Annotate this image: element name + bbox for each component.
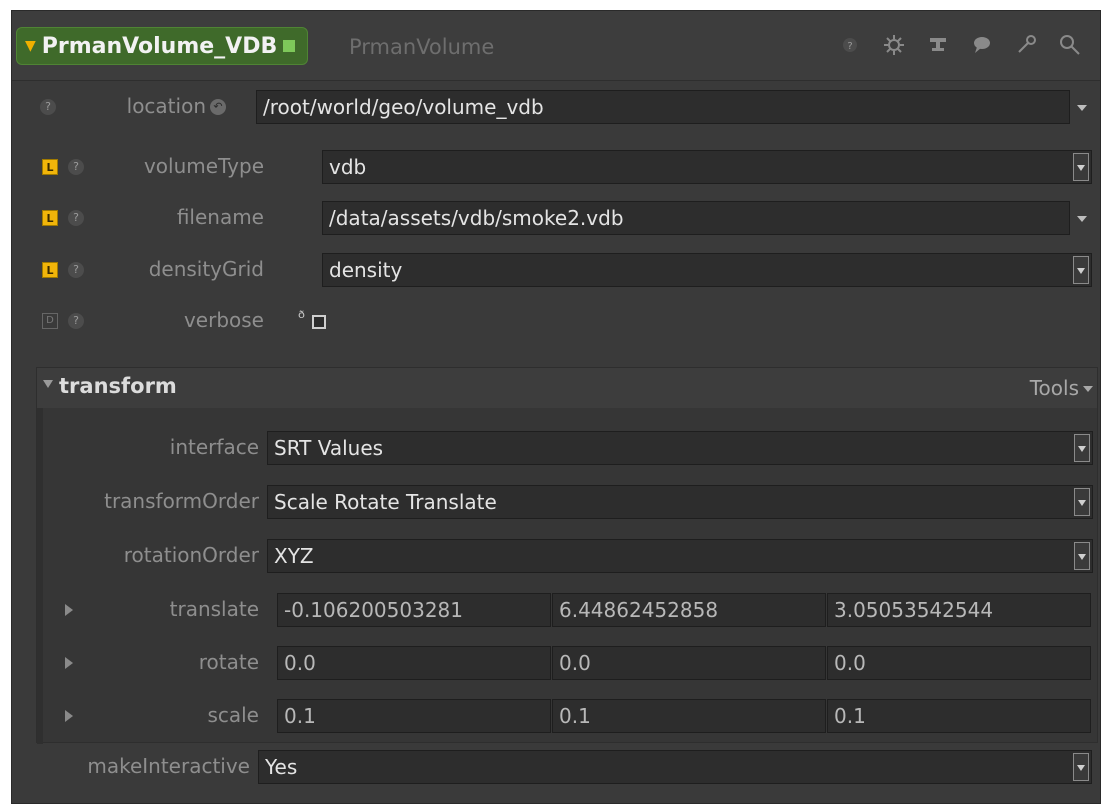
interface-select[interactable]: SRT Values bbox=[267, 431, 1093, 465]
expand-triangle-icon[interactable] bbox=[65, 710, 73, 722]
volumetype-select[interactable]: vdb bbox=[322, 150, 1092, 184]
makeinteractive-label: makeInteractive bbox=[87, 754, 250, 778]
transform-group: transform Tools interface SRT Values tra… bbox=[36, 367, 1098, 744]
tools-dropdown-arrow-icon[interactable] bbox=[1083, 386, 1093, 392]
wrench-icon[interactable] bbox=[1014, 33, 1038, 57]
makeinteractive-dropdown-icon[interactable] bbox=[1073, 753, 1089, 781]
rotationorder-label: rotationOrder bbox=[123, 543, 259, 567]
filename-label: filename bbox=[176, 205, 264, 229]
node-name[interactable]: PrmanVolume_VDB bbox=[42, 34, 277, 59]
transformorder-label: transformOrder bbox=[104, 489, 259, 513]
svg-text:?: ? bbox=[847, 41, 852, 52]
node-header: ▼ PrmanVolume_VDB PrmanVolume ? bbox=[12, 11, 1100, 81]
location-label: location bbox=[126, 94, 206, 118]
filename-dropdown-arrow-icon[interactable] bbox=[1077, 216, 1087, 222]
node-parameters-panel: ▼ PrmanVolume_VDB PrmanVolume ? ? locati… bbox=[11, 10, 1101, 804]
translate-z-input[interactable]: 3.05053542544 bbox=[827, 593, 1091, 627]
param-row-location: ? location ↶ /root/world/geo/volume_vdb bbox=[12, 87, 1100, 127]
location-dropdown-arrow-icon[interactable] bbox=[1077, 105, 1087, 111]
param-row-makeinteractive: makeInteractive Yes bbox=[12, 747, 1100, 787]
param-row-filename: L ? filename /data/assets/vdb/smoke2.vdb bbox=[12, 198, 1100, 238]
param-row-rotate: rotate 0.0 0.0 0.0 bbox=[37, 643, 1097, 683]
volumetype-label: volumeType bbox=[143, 154, 264, 178]
help-icon[interactable]: ? bbox=[68, 210, 84, 226]
scale-x-input[interactable]: 0.1 bbox=[277, 699, 551, 733]
volumetype-dropdown-icon[interactable] bbox=[1073, 153, 1089, 181]
param-row-rotationorder: rotationOrder XYZ bbox=[37, 536, 1097, 576]
help-icon[interactable]: ? bbox=[68, 313, 84, 329]
key-toggle-icon[interactable]: ᶞ bbox=[298, 308, 305, 329]
translate-label: translate bbox=[169, 597, 259, 621]
filename-input[interactable]: /data/assets/vdb/smoke2.vdb bbox=[322, 201, 1070, 235]
node-status-indicator bbox=[283, 40, 296, 52]
locked-badge-icon[interactable]: L bbox=[42, 210, 58, 226]
expand-triangle-icon[interactable] bbox=[65, 657, 73, 669]
rotationorder-dropdown-icon[interactable] bbox=[1074, 542, 1090, 570]
header-toolbar: ? bbox=[838, 33, 1082, 57]
param-row-interface: interface SRT Values bbox=[37, 428, 1097, 468]
densitygrid-select[interactable]: density bbox=[322, 253, 1092, 287]
interface-label: interface bbox=[169, 435, 259, 459]
param-row-densitygrid: L ? densityGrid density bbox=[12, 250, 1100, 290]
makeinteractive-select[interactable]: Yes bbox=[258, 750, 1092, 784]
scale-label: scale bbox=[207, 703, 259, 727]
expand-triangle-icon[interactable] bbox=[65, 604, 73, 616]
comment-icon[interactable] bbox=[970, 33, 994, 57]
rotationorder-select[interactable]: XYZ bbox=[267, 539, 1093, 573]
node-name-tab[interactable]: ▼ PrmanVolume_VDB bbox=[16, 27, 309, 65]
scale-z-input[interactable]: 0.1 bbox=[827, 699, 1091, 733]
verbose-label: verbose bbox=[183, 308, 264, 332]
gear-icon[interactable] bbox=[882, 33, 906, 57]
rotate-z-input[interactable]: 0.0 bbox=[827, 646, 1091, 680]
location-input[interactable]: /root/world/geo/volume_vdb bbox=[256, 90, 1070, 124]
densitygrid-dropdown-icon[interactable] bbox=[1073, 256, 1089, 284]
collapse-triangle-icon[interactable] bbox=[43, 380, 53, 388]
transform-group-header[interactable]: transform Tools bbox=[37, 368, 1097, 408]
interface-dropdown-icon[interactable] bbox=[1074, 434, 1090, 462]
param-row-transformorder: transformOrder Scale Rotate Translate bbox=[37, 482, 1097, 522]
location-pick-icon[interactable]: ↶ bbox=[210, 99, 226, 115]
help-icon[interactable]: ? bbox=[68, 262, 84, 278]
network-icon[interactable] bbox=[926, 33, 950, 57]
densitygrid-label: densityGrid bbox=[148, 257, 264, 281]
rotate-y-input[interactable]: 0.0 bbox=[552, 646, 826, 680]
param-row-verbose: D ? verbose ᶞ bbox=[12, 301, 1100, 341]
transform-group-title[interactable]: transform bbox=[59, 374, 177, 398]
rotate-x-input[interactable]: 0.0 bbox=[277, 646, 551, 680]
param-row-scale: scale 0.1 0.1 0.1 bbox=[37, 696, 1097, 736]
help-icon[interactable]: ? bbox=[68, 159, 84, 175]
rotate-label: rotate bbox=[198, 650, 259, 674]
translate-x-input[interactable]: -0.106200503281 bbox=[277, 593, 551, 627]
verbose-checkbox[interactable] bbox=[312, 315, 326, 329]
tools-menu-button[interactable]: Tools bbox=[1030, 376, 1079, 400]
scale-y-input[interactable]: 0.1 bbox=[552, 699, 826, 733]
search-icon[interactable] bbox=[1058, 33, 1082, 57]
help-icon[interactable]: ? bbox=[838, 33, 862, 57]
collapse-triangle-icon[interactable]: ▼ bbox=[25, 38, 36, 54]
locked-badge-icon[interactable]: L bbox=[42, 262, 58, 278]
help-icon[interactable]: ? bbox=[40, 99, 56, 115]
translate-y-input[interactable]: 6.44862452858 bbox=[552, 593, 826, 627]
default-badge-icon[interactable]: D bbox=[42, 313, 58, 329]
node-type-label: PrmanVolume bbox=[349, 35, 495, 59]
locked-badge-icon[interactable]: L bbox=[42, 159, 58, 175]
transformorder-select[interactable]: Scale Rotate Translate bbox=[267, 485, 1093, 519]
transformorder-dropdown-icon[interactable] bbox=[1074, 488, 1090, 516]
param-row-translate: translate -0.106200503281 6.44862452858 … bbox=[37, 590, 1097, 630]
param-row-volumetype: L ? volumeType vdb bbox=[12, 147, 1100, 187]
